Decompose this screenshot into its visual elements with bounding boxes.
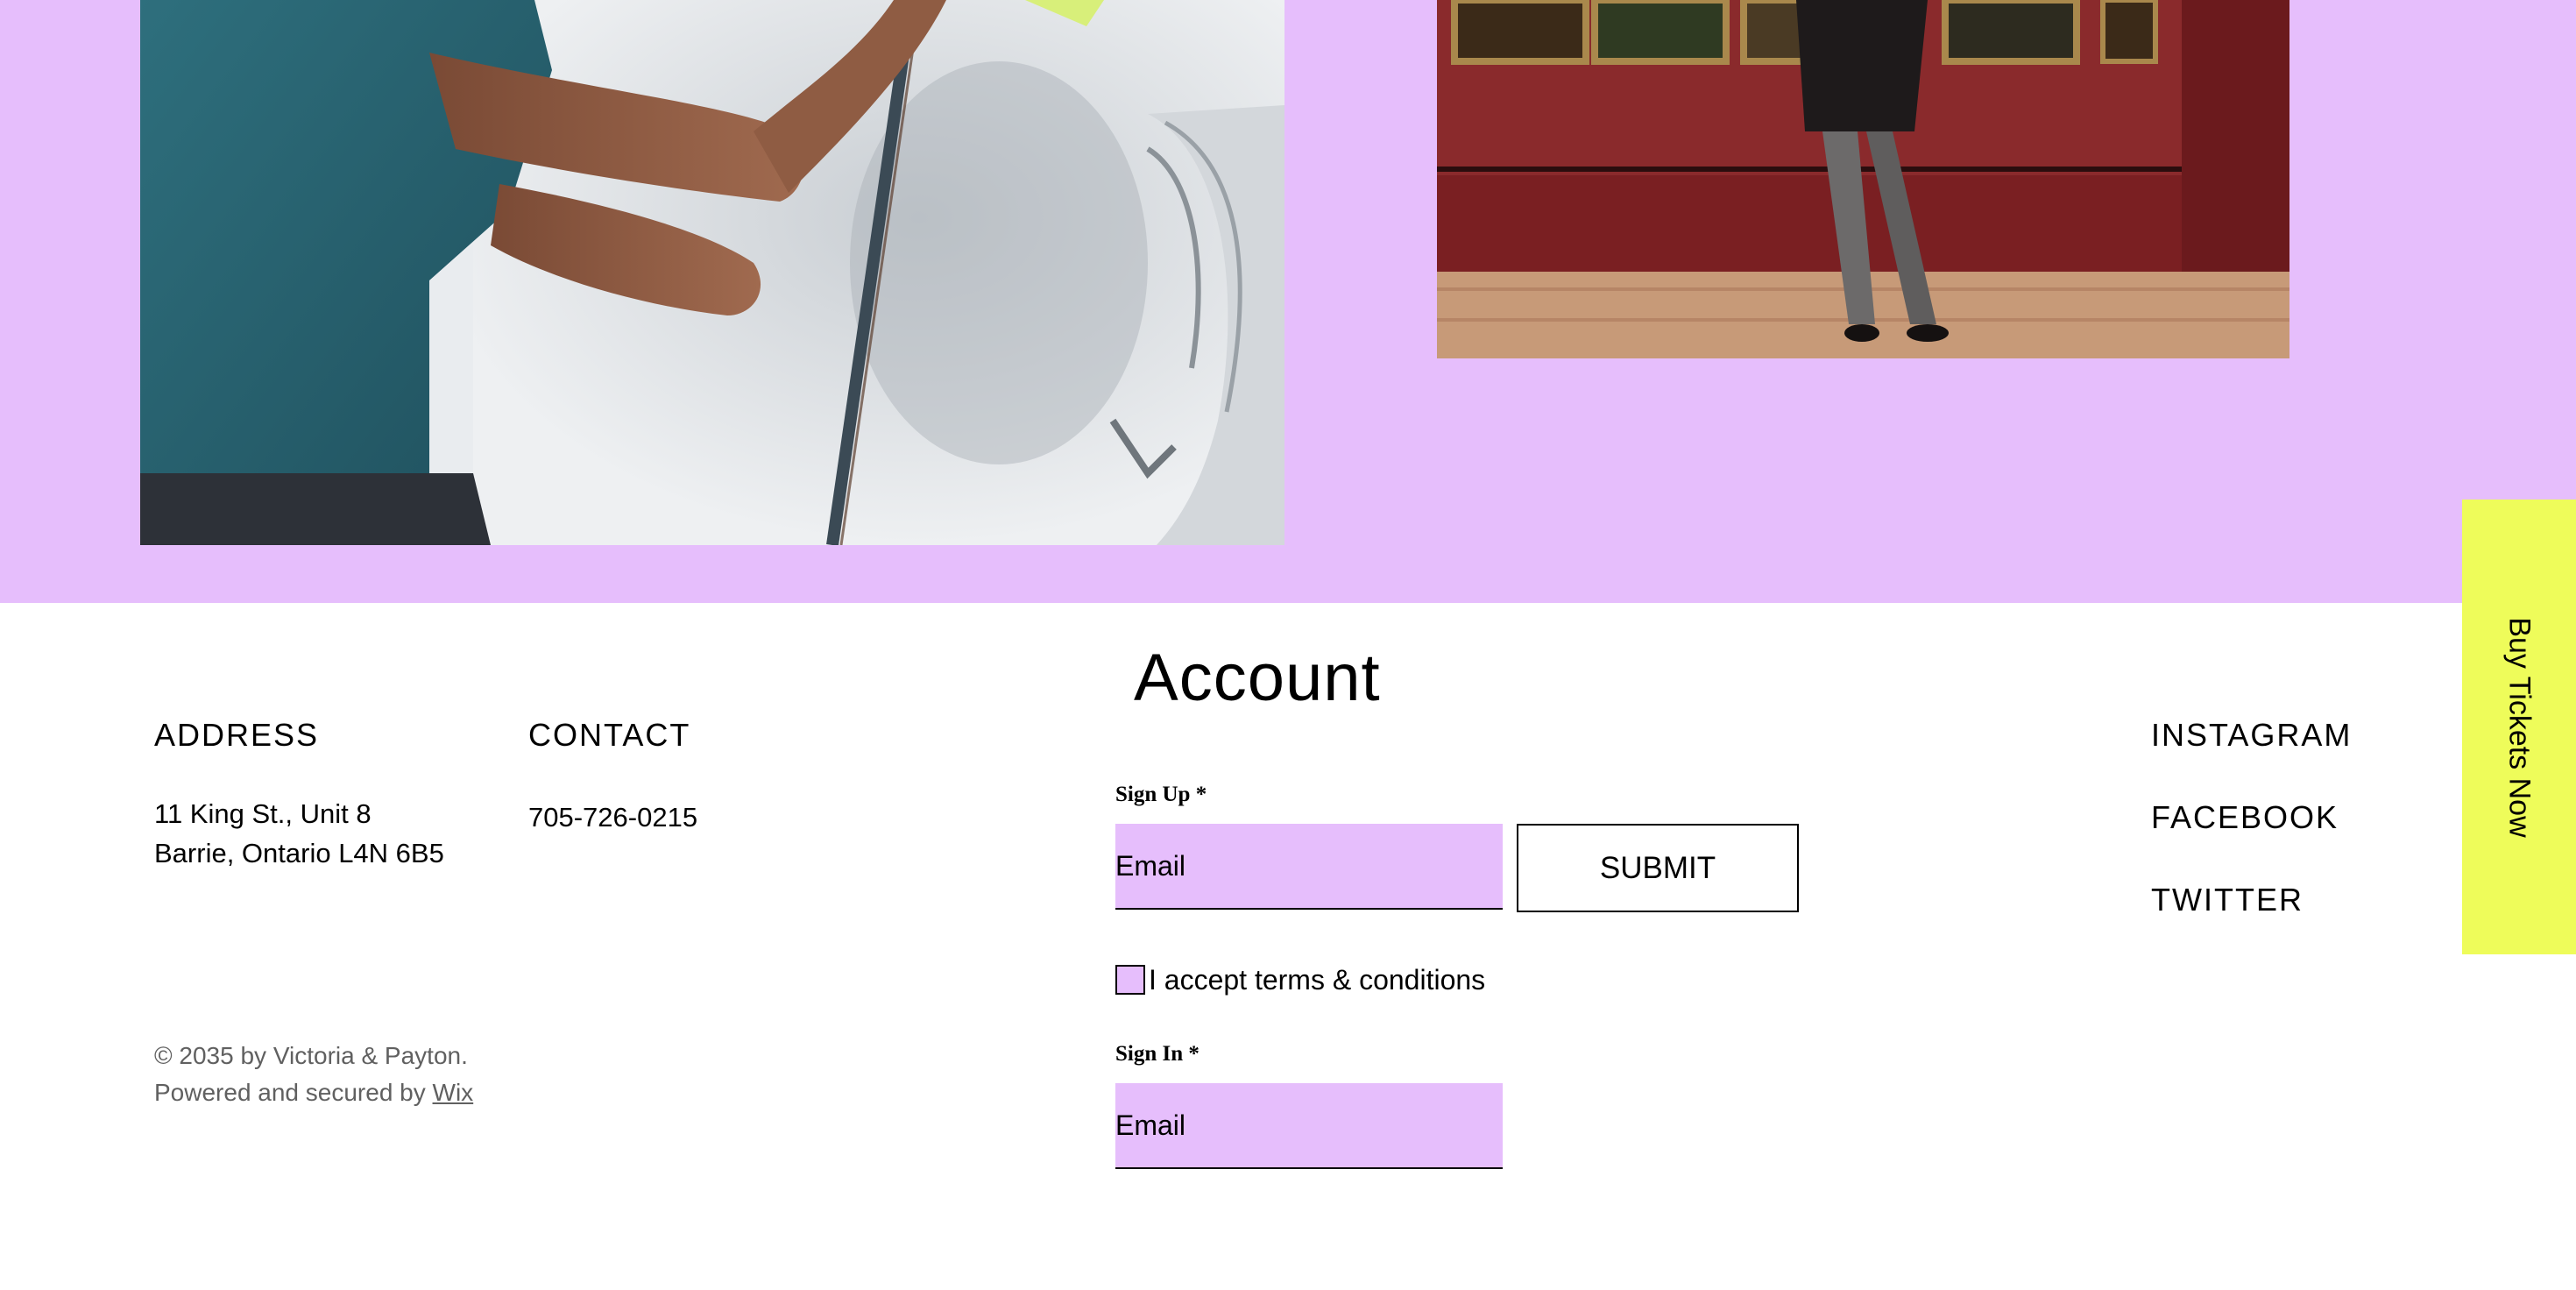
terms-label[interactable]: I accept terms & conditions — [1149, 964, 1485, 996]
terms-row: I accept terms & conditions — [1115, 962, 1485, 997]
terms-checkbox[interactable] — [1115, 965, 1145, 995]
account-title: Account — [1134, 641, 1381, 715]
buy-tickets-label: Buy Tickets Now — [2502, 616, 2537, 838]
gallery-visitor-image — [1437, 0, 2289, 358]
mural-artist-image — [140, 0, 1284, 545]
gallery-visitor-photo — [1437, 0, 2289, 358]
contact-heading: CONTACT — [528, 717, 691, 753]
gallery-band — [0, 0, 2576, 603]
address-text: 11 King St., Unit 8 Barrie, Ontario L4N … — [154, 798, 444, 868]
signup-label: Sign Up * — [1115, 783, 1207, 806]
twitter-link[interactable]: TWITTER — [2151, 882, 2304, 918]
page: ADDRESS 11 King St., Unit 8 Barrie, Onta… — [0, 0, 2576, 1290]
address-heading: ADDRESS — [154, 717, 320, 753]
copyright: © 2035 by Victoria & Payton. Powered and… — [154, 1038, 473, 1111]
signin-email-input[interactable] — [1115, 1083, 1503, 1169]
wix-link[interactable]: Wix — [433, 1079, 474, 1106]
mural-artist-photo — [140, 0, 1284, 545]
copyright-text: © 2035 by Victoria & Payton. — [154, 1042, 468, 1069]
instagram-link[interactable]: INSTAGRAM — [2151, 717, 2352, 754]
powered-by-text: Powered and secured by — [154, 1079, 433, 1106]
signin-label: Sign In * — [1115, 1042, 1200, 1066]
signup-email-input[interactable] — [1115, 824, 1503, 910]
buy-tickets-tab[interactable]: Buy Tickets Now — [2462, 500, 2576, 954]
facebook-link[interactable]: FACEBOOK — [2151, 799, 2339, 836]
powered-by: Powered and secured by Wix — [154, 1074, 473, 1111]
submit-button[interactable]: SUBMIT — [1517, 824, 1799, 912]
contact-phone[interactable]: 705-726-0215 — [528, 797, 697, 837]
